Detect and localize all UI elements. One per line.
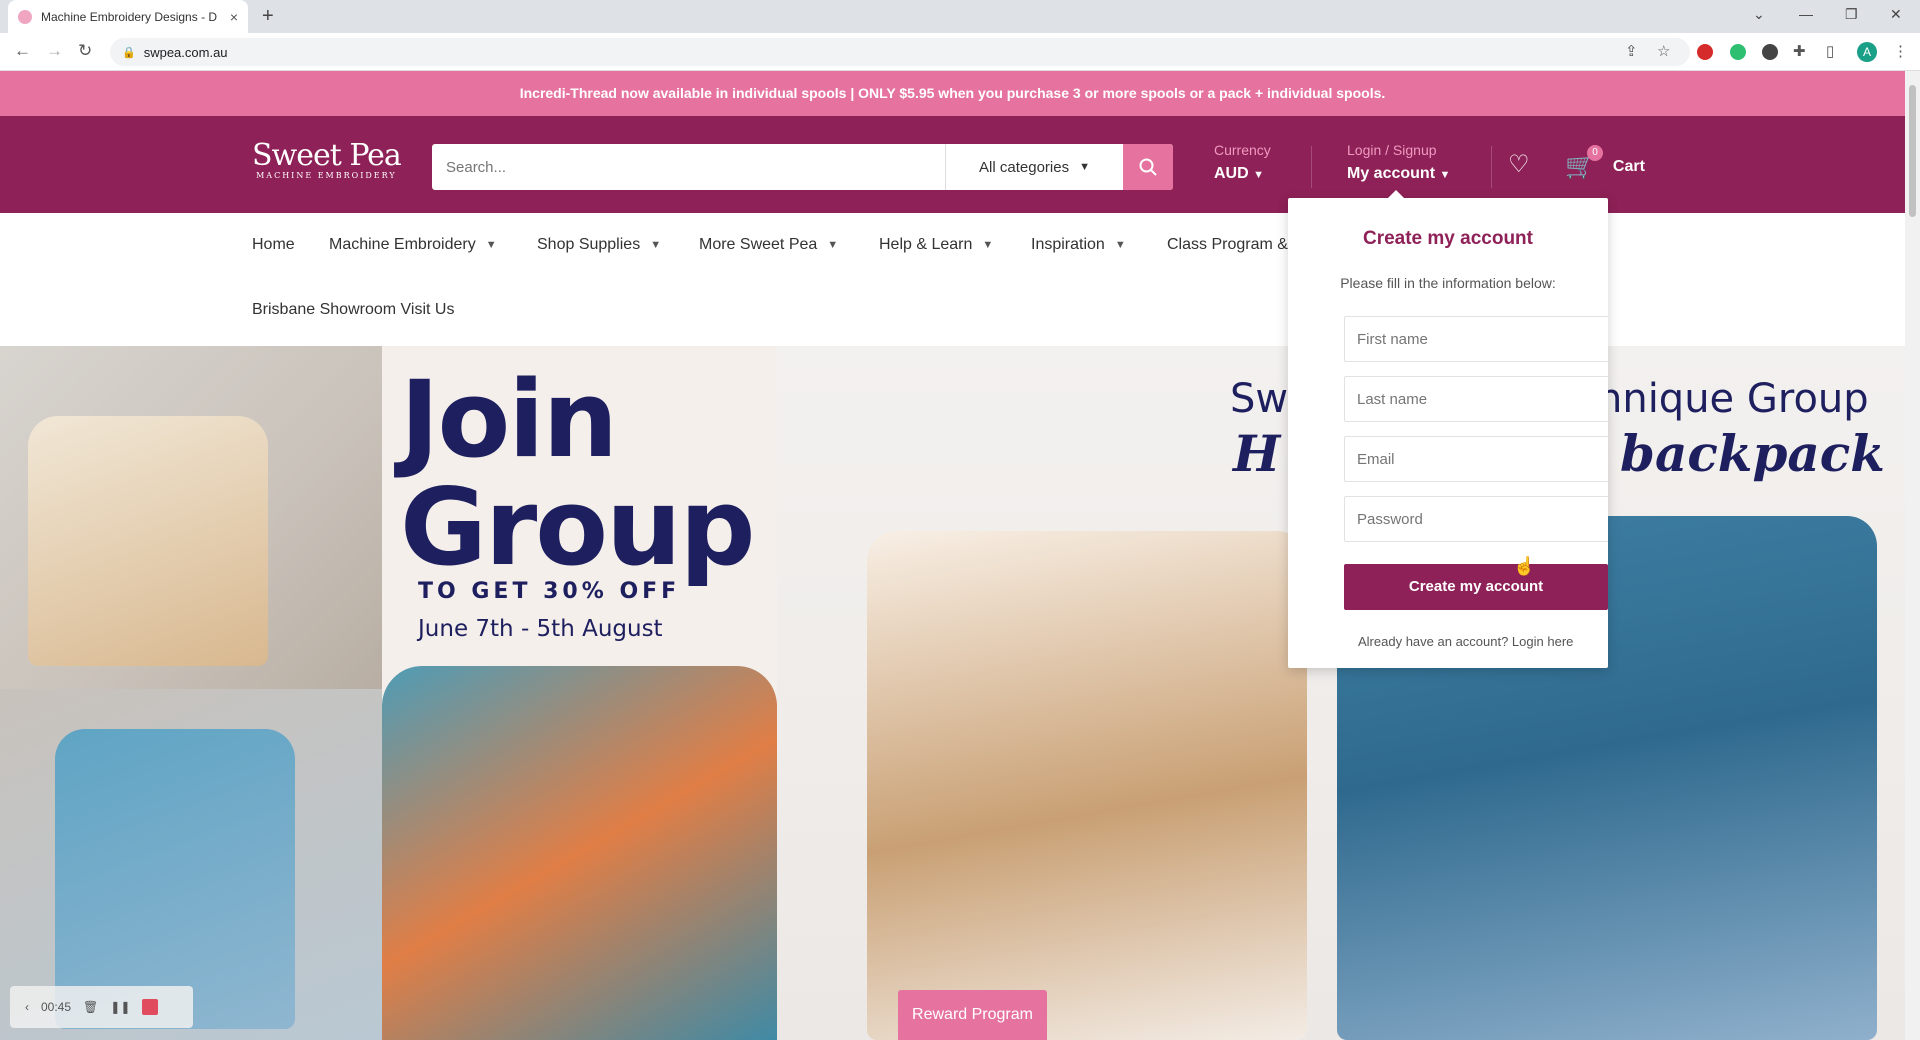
create-account-button[interactable]: Create my account [1344, 564, 1608, 610]
hero-subtitle-left: H [1233, 424, 1281, 483]
backpack-image [382, 666, 777, 1040]
menu-dots-icon[interactable]: ⋮ [1893, 42, 1908, 60]
address-bar: ← → ↻ 🔒 swpea.com.au ⇪ ☆ ✚ ▯ A ⋮ [0, 33, 1920, 71]
puzzle-icon[interactable]: ✚ [1793, 42, 1806, 60]
nav-brisbane-showroom[interactable]: Brisbane Showroom Visit Us [252, 301, 454, 319]
site-favicon-icon [18, 9, 32, 24]
trash-icon[interactable]: 🗑 [83, 1000, 98, 1014]
nav-machine-embroidery[interactable]: Machine Embroidery ▼ [329, 236, 497, 254]
restore-icon[interactable]: ❐ [1845, 6, 1858, 23]
profile-avatar[interactable]: A [1857, 42, 1877, 62]
password-input[interactable] [1345, 497, 1608, 541]
cart-icon: 🛒 0 [1565, 145, 1603, 181]
nav-help-learn[interactable]: Help & Learn ▼ [879, 236, 993, 254]
site-logo[interactable]: Sweet Pea MACHINE EMBROIDERY [252, 138, 402, 180]
first-name-field[interactable] [1344, 316, 1608, 362]
minimize-icon[interactable]: — [1799, 6, 1813, 22]
nav-shop-supplies[interactable]: Shop Supplies ▼ [537, 236, 661, 254]
hero-banner[interactable]: Join Group TO GET 30% OFF June 7th - 5th … [0, 346, 1905, 1040]
tab-search-icon[interactable]: ⌄ [1753, 6, 1765, 23]
reward-program-button[interactable]: Reward Program [898, 990, 1047, 1040]
site-header: Sweet Pea MACHINE EMBROIDERY All categor… [0, 116, 1905, 213]
last-name-field[interactable] [1344, 376, 1608, 422]
nav-class-program[interactable]: Class Program & [1167, 236, 1288, 254]
tab-close-icon[interactable]: × [230, 9, 238, 25]
cart-button[interactable]: 🛒 0 Cart [1565, 145, 1645, 181]
browser-tab-bar: Machine Embroidery Designs - D × + ⌄ — ❐… [0, 0, 1920, 33]
hero-photo-backpack-front [0, 346, 382, 689]
new-tab-button[interactable]: + [262, 5, 274, 28]
announcement-bar[interactable]: Incredi-Thread now available in individu… [0, 71, 1905, 116]
create-account-description: Please fill in the information below: [1340, 275, 1556, 291]
opera-extension-icon[interactable] [1697, 44, 1713, 60]
page-scrollbar[interactable] [1905, 71, 1920, 1040]
tab-title: Machine Embroidery Designs - D [41, 9, 218, 24]
pause-icon[interactable]: ❚❚ [110, 1000, 130, 1014]
url-text: swpea.com.au [143, 44, 228, 60]
chevron-down-icon: ▼ [827, 239, 839, 251]
sidebar-icon[interactable]: ▯ [1826, 42, 1834, 60]
window-close-icon[interactable]: ✕ [1890, 6, 1902, 23]
extension-icon[interactable] [1762, 44, 1778, 60]
nav-more-sweet-pea[interactable]: More Sweet Pea ▼ [699, 236, 838, 254]
scrollbar-thumb[interactable] [1909, 85, 1916, 217]
recorder-time: 00:45 [41, 1000, 72, 1014]
cork-backpack-image [867, 531, 1307, 1040]
last-name-input[interactable] [1345, 377, 1608, 421]
url-field[interactable]: 🔒 swpea.com.au [110, 38, 1690, 66]
collapse-icon[interactable]: ‹ [25, 1000, 29, 1014]
search-bar: All categories ▼ [432, 144, 1173, 190]
hero-offer: TO GET 30% OFF [418, 579, 681, 604]
lock-icon: 🔒 [122, 46, 136, 59]
bookmark-star-icon[interactable]: ☆ [1657, 42, 1670, 60]
screen-recorder-widget: ‹ 00:45 🗑 ❚❚ [10, 986, 193, 1028]
backpack-image [28, 416, 268, 666]
cart-count-badge: 0 [1587, 145, 1603, 161]
create-account-dropdown: Create my account Please fill in the inf… [1288, 190, 1608, 668]
hero-join-title: Join Group [400, 358, 755, 589]
header-divider [1491, 146, 1492, 188]
currency-selector[interactable]: Currency AUD ▼ [1214, 142, 1271, 183]
password-field[interactable] [1344, 496, 1608, 542]
account-menu[interactable]: Login / Signup My account ▼ [1347, 142, 1450, 183]
grammarly-extension-icon[interactable] [1730, 44, 1746, 60]
dropdown-caret [1388, 190, 1404, 198]
hero-title-left: Sw [1230, 376, 1289, 422]
first-name-input[interactable] [1345, 317, 1608, 361]
search-button[interactable] [1123, 144, 1173, 190]
reload-icon[interactable]: ↻ [78, 41, 92, 61]
chevron-down-icon: ▼ [485, 239, 497, 251]
email-input[interactable] [1345, 437, 1608, 481]
wishlist-heart-icon[interactable]: ♡ [1508, 150, 1530, 179]
chevron-down-icon: ▼ [1114, 239, 1126, 251]
browser-tab[interactable]: Machine Embroidery Designs - D × [8, 0, 248, 33]
stop-recording-icon[interactable] [142, 999, 159, 1015]
login-link[interactable]: Already have an account? Login here [1288, 634, 1608, 649]
chevron-down-icon: ▼ [1253, 169, 1265, 181]
forward-icon[interactable]: → [46, 41, 63, 61]
hero-dates: June 7th - 5th August [418, 616, 663, 642]
back-icon[interactable]: ← [14, 41, 31, 61]
chevron-down-icon: ▼ [650, 239, 662, 251]
main-navigation: Home Machine Embroidery ▼ Shop Supplies ▼ … [0, 213, 1905, 346]
chevron-down-icon: ▼ [1439, 169, 1451, 181]
category-select[interactable]: All categories ▼ [945, 144, 1123, 190]
email-field[interactable] [1344, 436, 1608, 482]
create-account-title: Create my account [1362, 228, 1533, 249]
chevron-down-icon: ▼ [1079, 161, 1090, 173]
header-divider [1311, 146, 1312, 188]
share-icon[interactable]: ⇪ [1625, 42, 1638, 60]
search-icon [1139, 158, 1157, 176]
hero-subtitle-right: backpack [1620, 424, 1885, 483]
chevron-down-icon: ▼ [982, 239, 994, 251]
search-input[interactable] [432, 144, 945, 190]
hero-title-right: chnique Group [1575, 376, 1869, 422]
backpack-image [55, 729, 295, 1029]
mouse-cursor-icon: ☝ [1513, 556, 1536, 576]
nav-inspiration[interactable]: Inspiration ▼ [1031, 236, 1126, 254]
nav-home[interactable]: Home [252, 236, 295, 254]
